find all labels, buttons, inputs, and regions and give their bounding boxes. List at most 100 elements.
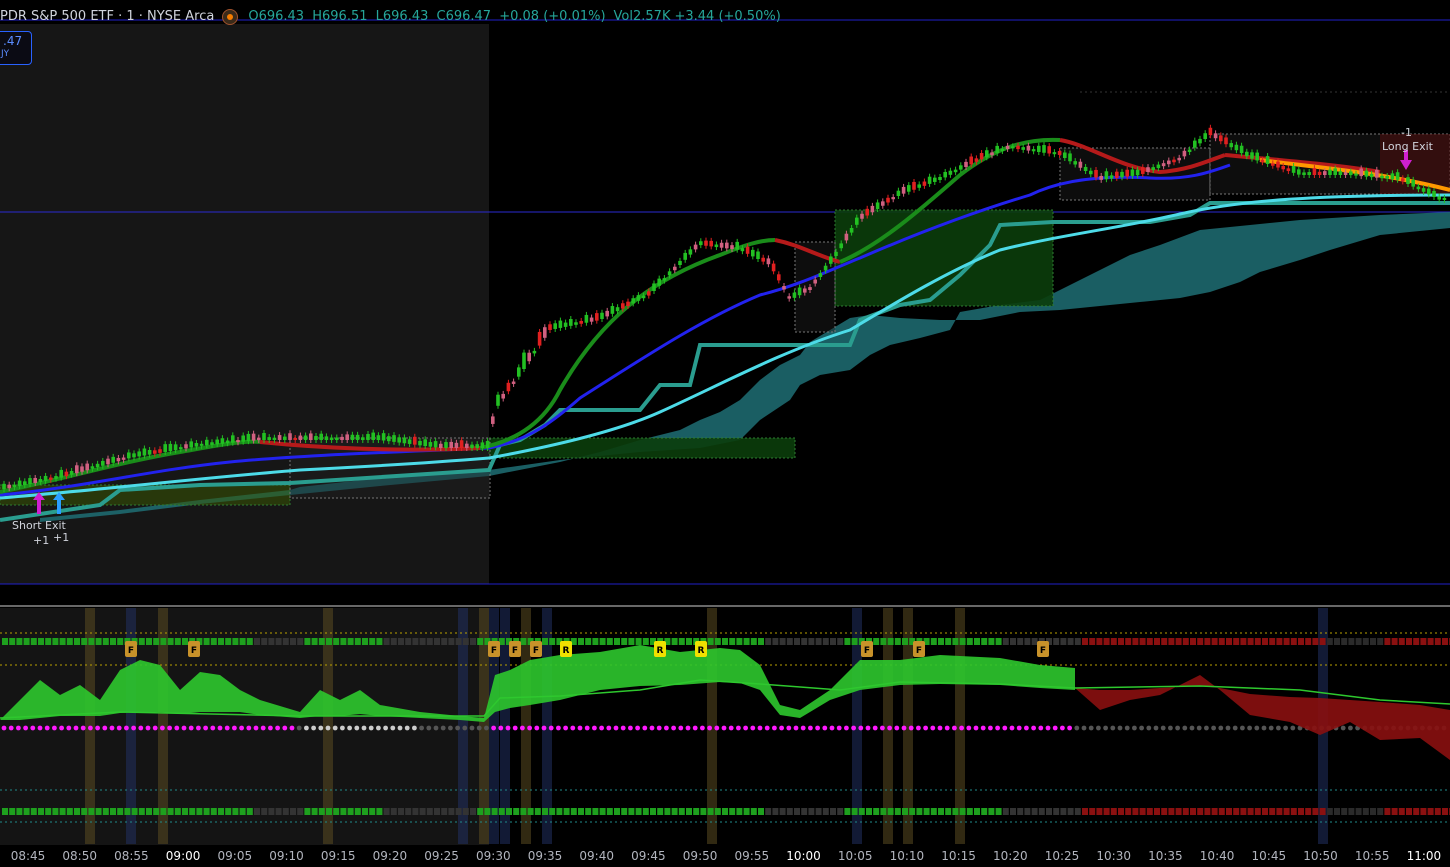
chart-root[interactable]: F F F F F R R R F F F PDR S&P 500 ETF · 1 · NYSE A… (0, 0, 1450, 867)
osc-bottom-square (419, 808, 426, 815)
osc-top-square (232, 638, 239, 645)
time-tick-0855: 08:55 (114, 849, 149, 863)
candle-body (621, 303, 625, 309)
osc-dot (404, 725, 410, 731)
osc-bottom-square (614, 808, 620, 815)
osc-top-square (822, 638, 829, 645)
candle-body (59, 469, 63, 478)
volume-value: Vol2.57K (613, 8, 671, 24)
time-axis[interactable]: 08:45 08:50 08:55 09:00 09:05 09:10 09:15 09:20… (0, 846, 1450, 867)
osc-dot (383, 725, 388, 731)
candle-body (80, 466, 84, 472)
osc-top-square (938, 638, 944, 645)
candle-body (147, 450, 152, 455)
osc-dot (1060, 725, 1065, 731)
osc-bottom-square (894, 808, 901, 815)
candle-body (335, 437, 339, 440)
osc-top-square (642, 638, 649, 645)
candle-body (595, 313, 599, 321)
osc-marker-text: F (1040, 646, 1046, 656)
osc-top-square (246, 638, 253, 645)
osc-top-square (678, 638, 685, 645)
osc-dot (642, 725, 648, 731)
price-chart[interactable]: FFFFFRRRFFF (0, 0, 1450, 867)
osc-dot (1031, 725, 1036, 731)
osc-bottom-square (254, 808, 260, 815)
last-price-tag[interactable]: .47 JY (0, 31, 32, 65)
osc-dot (764, 725, 770, 731)
osc-dot (1340, 725, 1346, 731)
osc-top-square (786, 638, 793, 645)
market-status-icon[interactable] (222, 9, 239, 25)
osc-dot (102, 725, 108, 731)
candle-body (751, 249, 755, 257)
osc-top-square (1233, 638, 1240, 645)
osc-top-square (549, 638, 556, 645)
candle-body (719, 242, 724, 248)
osc-bottom-square (1132, 808, 1139, 815)
candle-body (610, 306, 615, 314)
osc-bottom-square (743, 808, 750, 815)
osc-top-square (1154, 638, 1160, 645)
candle-body (1250, 152, 1254, 159)
osc-bottom-square (455, 808, 462, 815)
osc-bottom-square (513, 808, 520, 815)
symbol-title[interactable]: PDR S&P 500 ETF · 1 · NYSE Arca (0, 9, 214, 24)
osc-bottom-square (1010, 808, 1016, 815)
candle-body (387, 436, 391, 442)
osc-bottom-square (1197, 808, 1204, 815)
osc-bottom-square (218, 808, 224, 815)
candle-body (990, 152, 994, 156)
osc-bottom-square (498, 808, 505, 815)
candle-body (267, 437, 271, 440)
osc-dot (714, 725, 720, 731)
osc-dot (923, 725, 928, 731)
osc-bottom-square (290, 808, 296, 815)
candle-body (725, 242, 729, 249)
candle-body (1234, 144, 1239, 151)
osc-bottom-square (959, 808, 966, 815)
osc-dot (340, 725, 345, 731)
candle-body (797, 287, 802, 296)
osc-bottom-square (621, 808, 628, 815)
candle-body (470, 444, 474, 448)
time-tick-0955: 09:55 (734, 849, 770, 863)
osc-dot (59, 725, 64, 731)
candle-body (756, 251, 760, 259)
osc-bottom-square (333, 808, 340, 815)
candle-body (1198, 138, 1202, 144)
osc-top-square (59, 638, 66, 645)
candle-body (1187, 149, 1192, 152)
osc-top-square (354, 638, 361, 645)
candle-body (1323, 171, 1327, 175)
osc-dot (1096, 725, 1101, 731)
candle-body (303, 435, 308, 440)
candle-body (1416, 186, 1421, 190)
candle-body (683, 252, 687, 260)
time-tick-1050: 10:50 (1303, 849, 1338, 863)
osc-dot (419, 725, 424, 731)
osc-bottom-square (405, 808, 412, 815)
osc-top-square (628, 638, 635, 645)
osc-top-square (686, 638, 692, 645)
osc-bottom-square (38, 808, 44, 815)
osc-dot (469, 725, 475, 731)
osc-bottom-square (801, 808, 808, 815)
time-tick-0920: 09:20 (372, 849, 408, 863)
osc-bottom-square (808, 808, 815, 815)
candle-body (262, 433, 266, 440)
low-value: L696.43 (375, 8, 429, 24)
candle-body (28, 478, 32, 484)
candle-body (491, 416, 495, 424)
candle-body (1063, 152, 1067, 158)
osc-bottom-square (1204, 808, 1211, 815)
osc-bottom-square (1139, 808, 1146, 815)
candle-body (205, 439, 209, 446)
candle-body (106, 458, 110, 465)
osc-top-square (369, 638, 376, 645)
osc-dot (685, 725, 691, 731)
osc-top-square (239, 638, 246, 645)
candle-body (1135, 169, 1140, 176)
osc-dot (700, 725, 705, 731)
osc-dot (224, 725, 230, 731)
